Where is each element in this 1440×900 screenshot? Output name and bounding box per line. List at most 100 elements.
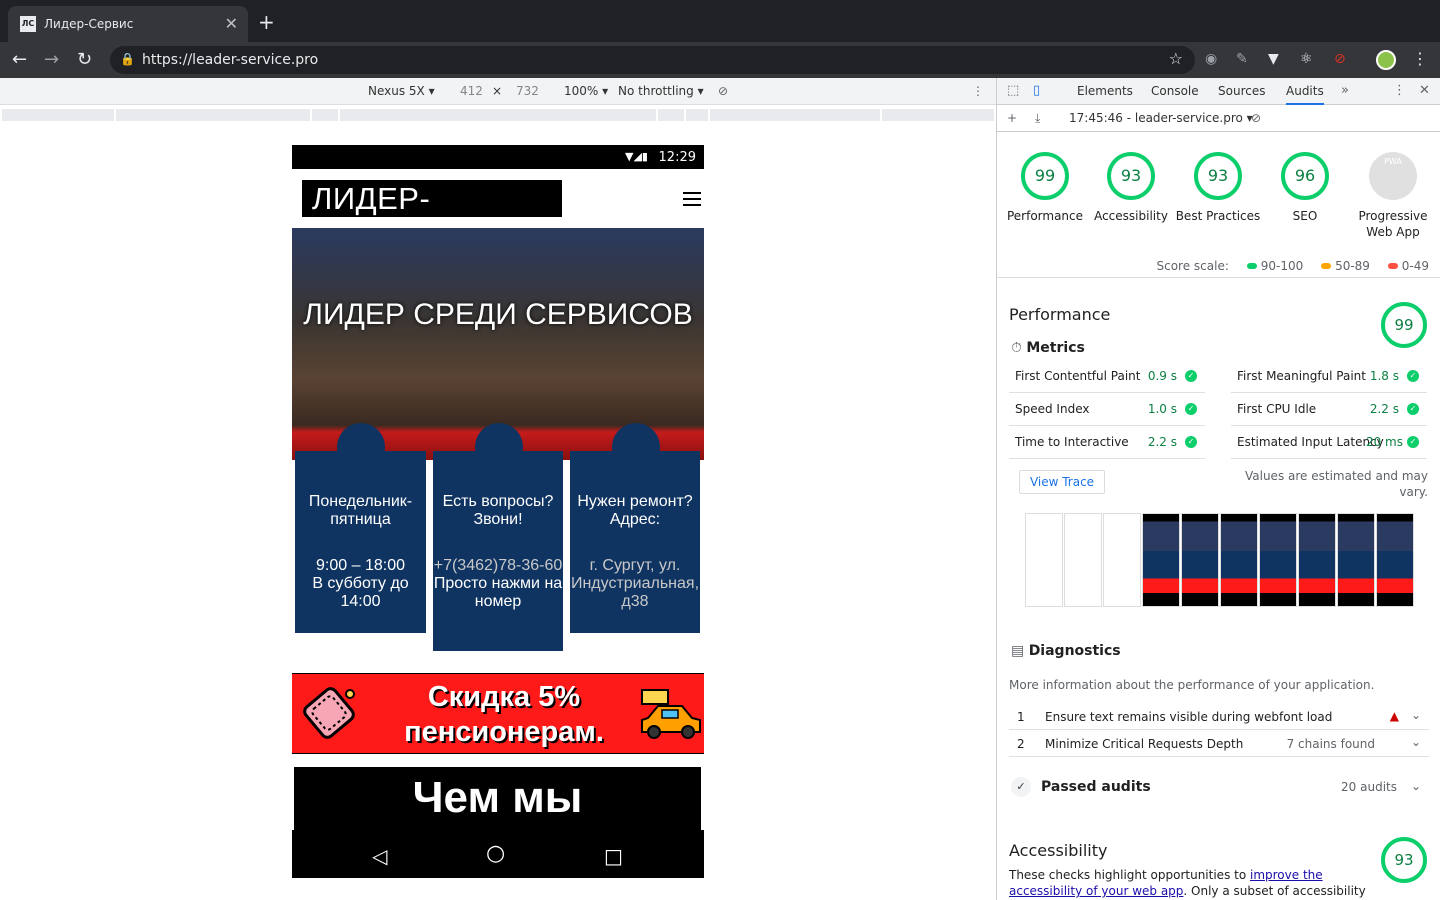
diagnostic-row[interactable]: 2 Minimize Critical Requests Depth 7 cha…: [1009, 730, 1429, 757]
scale-fail: 0-49: [1401, 259, 1429, 273]
gauge-ring: 93: [1194, 152, 1242, 200]
height-input[interactable]: 732: [516, 84, 539, 98]
nav-back-icon[interactable]: ◁: [372, 844, 387, 868]
new-audit-icon[interactable]: +: [1007, 111, 1017, 125]
inspect-element-icon[interactable]: ⬚: [1007, 83, 1019, 98]
promo-line-1: Скидка 5%: [427, 681, 581, 713]
adblock-icon[interactable]: ⊘: [1334, 51, 1346, 67]
bookmark-star-icon[interactable]: ☆: [1169, 49, 1183, 68]
gauge-best-practices[interactable]: 93 Best Practices: [1174, 152, 1262, 224]
nav-recents-icon[interactable]: □: [604, 844, 623, 868]
vue-devtools-icon[interactable]: ▼: [1268, 51, 1279, 67]
metric-value: 1.8 s: [1369, 369, 1399, 383]
filmstrip-frame: [1103, 513, 1141, 607]
passed-audits-row[interactable]: ✓ Passed audits 20 audits ⌄: [1009, 775, 1429, 799]
status-time: 12:29: [658, 150, 696, 165]
scale-pass: 90-100: [1260, 259, 1304, 273]
diagnostics-heading: ▤ Diagnostics: [1011, 643, 1121, 659]
tab-elements[interactable]: Elements: [1077, 84, 1133, 98]
promo-text: Скидка 5% пенсионерам.: [384, 680, 624, 750]
android-status-bar: ▼◢▮ 12:29: [292, 145, 704, 169]
gauge-accessibility[interactable]: 93 Accessibility: [1087, 152, 1175, 224]
hamburger-menu-icon[interactable]: [683, 192, 701, 206]
metric-value: 1.0 s: [1147, 402, 1177, 416]
color-picker-icon[interactable]: ✎: [1236, 51, 1248, 67]
report-select[interactable]: 17:45:46 - leader-service.pro ▾: [1069, 111, 1253, 125]
pass-check-icon: ✓: [1185, 403, 1197, 415]
more-tabs-icon[interactable]: »: [1341, 83, 1349, 98]
pass-check-icon: ✓: [1407, 370, 1419, 382]
price-tag-icon: [303, 687, 355, 739]
average-dot-icon: [1321, 263, 1332, 269]
metric-fmp: First Meaningful Paint 1.8 s ✓: [1231, 360, 1427, 393]
tab-sources[interactable]: Sources: [1218, 84, 1265, 98]
hours-card: Понедельник-пятница 9:00 – 18:00 В суббо…: [295, 423, 426, 633]
metric-fcp: First Contentful Paint 0.9 s ✓: [1009, 360, 1205, 393]
gauge-performance[interactable]: 99 Performance: [1001, 152, 1089, 224]
device-select[interactable]: Nexus 5X ▾: [368, 84, 435, 98]
gauge-label: SEO: [1292, 209, 1318, 223]
metric-value: 2.2 s: [1369, 402, 1399, 416]
view-trace-button[interactable]: View Trace: [1019, 470, 1105, 494]
new-tab-icon[interactable]: +: [258, 10, 275, 34]
metric-value: 20 ms: [1365, 435, 1403, 449]
profile-avatar[interactable]: [1376, 50, 1396, 70]
close-tab-icon[interactable]: ✕: [225, 14, 238, 33]
devtools-close-icon[interactable]: ✕: [1419, 83, 1430, 98]
metric-cpu-idle: First CPU Idle 2.2 s ✓: [1231, 393, 1427, 426]
address-bar[interactable]: 🔒 https://leader-service.pro ☆: [110, 46, 1195, 74]
stopwatch-icon: ⏱: [1011, 340, 1027, 356]
device-toggle-icon[interactable]: ▯: [1033, 83, 1040, 98]
diagnostics-label: Diagnostics: [1028, 643, 1121, 659]
diagnostic-row[interactable]: 1 Ensure text remains visible during web…: [1009, 703, 1429, 730]
extension-icon[interactable]: ◉: [1205, 51, 1217, 67]
throttling-select[interactable]: No throttling ▾: [618, 84, 704, 98]
promo-banner[interactable]: Скидка 5% пенсионерам.: [292, 673, 704, 754]
tab-console[interactable]: Console: [1151, 84, 1199, 98]
phone-number-link[interactable]: +7(3462)78-36-60: [433, 557, 563, 575]
hero-title: ЛИДЕР СРЕДИ СЕРВИСОВ: [303, 298, 693, 331]
pass-check-icon: ✓: [1185, 370, 1197, 382]
device-menu-icon[interactable]: ⋮: [972, 84, 984, 98]
gauge-seo[interactable]: 96 SEO: [1261, 152, 1349, 224]
chevron-down-icon[interactable]: ⌄: [1411, 708, 1421, 722]
back-icon[interactable]: ←: [12, 49, 27, 70]
warning-icon: ▲: [1389, 709, 1399, 723]
chevron-down-icon[interactable]: ⌄: [1411, 779, 1421, 793]
filmstrip-frame: [1142, 513, 1180, 607]
site-logo[interactable]: ЛИДЕР-СЕРВИС: [302, 180, 562, 253]
tab-audits[interactable]: Audits: [1286, 84, 1324, 105]
tab-strip: ЛС Лидер-Сервис ✕ +: [0, 0, 1440, 42]
media-query-ruler: [0, 106, 996, 124]
metrics-label: Metrics: [1026, 340, 1085, 356]
accessibility-title: Accessibility: [1009, 841, 1108, 860]
devtools-menu-icon[interactable]: ⋮: [1393, 83, 1406, 98]
performance-title: Performance: [1009, 305, 1111, 324]
signal-battery-icon: ▼◢▮: [625, 150, 648, 163]
divider: [997, 277, 1440, 278]
chrome-menu-icon[interactable]: ⋮: [1412, 49, 1428, 68]
metric-name: Estimated Input Latency: [1237, 435, 1384, 449]
dimension-separator: ×: [492, 84, 503, 98]
diagnostic-number: 2: [1017, 737, 1025, 751]
estimated-note: Values are estimated and may vary.: [1244, 469, 1428, 499]
browser-tab[interactable]: ЛС Лидер-Сервис ✕: [8, 6, 248, 42]
gauge-pwa[interactable]: PWA Progressive Web App: [1349, 152, 1437, 240]
forward-icon[interactable]: →: [44, 49, 59, 70]
clear-icon[interactable]: ⊘: [1251, 111, 1261, 125]
tab-title: Лидер-Сервис: [44, 17, 134, 31]
metric-value: 2.2 s: [1147, 435, 1177, 449]
rotate-icon[interactable]: ⊘: [718, 84, 728, 98]
reload-icon[interactable]: ↻: [77, 49, 92, 70]
zoom-select[interactable]: 100% ▾: [564, 84, 608, 98]
gauge-label: Progressive Web App: [1358, 209, 1428, 239]
download-report-icon[interactable]: ⤓: [1035, 111, 1040, 126]
url-text: https://leader-service.pro: [142, 52, 319, 68]
metric-speed-index: Speed Index 1.0 s ✓: [1009, 393, 1205, 426]
width-input[interactable]: 412: [460, 84, 483, 98]
chevron-down-icon[interactable]: ⌄: [1411, 735, 1421, 749]
react-devtools-icon[interactable]: ⚛: [1300, 51, 1313, 67]
nav-home-icon[interactable]: ○: [486, 841, 505, 866]
clipboard-icon: ▤: [1011, 643, 1029, 659]
favicon-icon: ЛС: [20, 16, 36, 32]
